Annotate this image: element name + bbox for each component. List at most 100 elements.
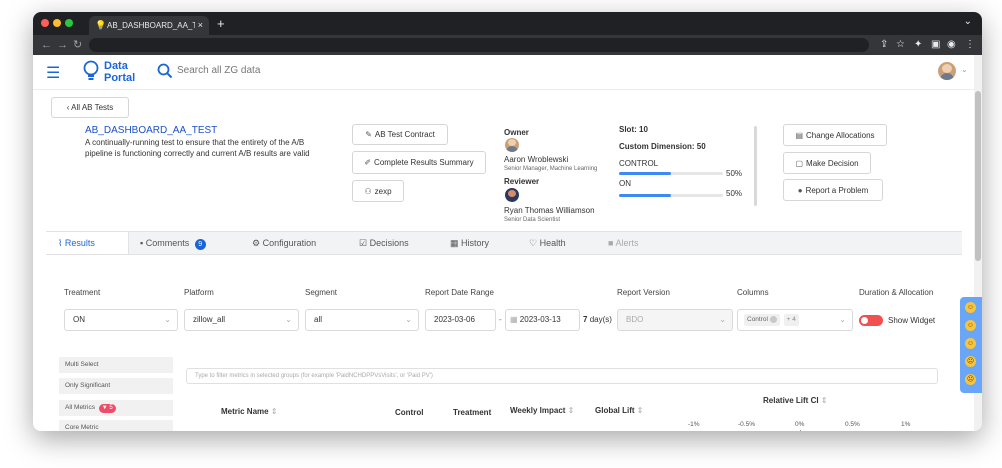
complete-results-summary-label: Complete Results Summary [374,158,474,167]
on-allocation-pct: 50% [726,189,743,198]
share-icon[interactable]: ⇪ [880,38,888,52]
all-metrics-badge-count: 5 [109,405,113,411]
app-logo[interactable]: Data Portal [104,60,135,84]
report-version-select[interactable]: BDO ⌄ [617,309,733,331]
puzzle-icon[interactable]: ✦ [914,38,922,52]
reviewer-name[interactable]: Ryan Thomas Williamson [504,206,595,215]
owner-name[interactable]: Aaron Wroblewski [504,155,568,164]
treatment-select[interactable]: ON ⌄ [64,309,178,331]
reload-icon[interactable]: ↻ [73,38,82,52]
happy-face-icon[interactable]: ☺ [965,320,976,331]
forward-arrow-icon[interactable]: → [57,38,68,52]
close-window-dot[interactable] [41,19,49,27]
test-name: AB_DASHBOARD_AA_TEST [85,125,218,136]
edit-doc-icon: ✎ [365,130,372,139]
columns-select[interactable]: Control + 4 ⌄ [737,309,853,331]
feedback-widget[interactable]: ☺ ☺ ☺ ☹ ☹ [960,297,982,393]
report-problem-label: Report a Problem [805,185,869,195]
tab-configuration[interactable]: ⚙ Configuration [252,232,316,254]
custom-dimension-label: Custom Dimension: 50 [619,142,706,151]
start-date-input[interactable]: 2023-03-06 [425,309,496,331]
user-menu-chevron-icon[interactable]: ⌄ [961,65,968,74]
make-decision-button[interactable]: ▢ Make Decision [783,152,871,174]
results-tab-bar: ⌇ Results ▪ Comments 9 ⚙ Configuration ☑… [46,231,962,255]
url-input[interactable] [89,38,869,52]
segment-select[interactable]: all ⌄ [305,309,419,331]
page-scrollbar-thumb[interactable] [975,91,981,261]
document-icon: ▢ [795,158,804,168]
star-icon[interactable]: ☆ [896,38,905,52]
report-problem-button[interactable]: ● Report a Problem [783,179,883,201]
owner-avatar [505,138,519,152]
on-allocation-fill [619,194,671,197]
user-avatar[interactable] [938,62,956,80]
platform-select[interactable]: zillow_all ⌄ [184,309,299,331]
zoom-window-dot[interactable] [65,19,73,27]
tab-close-icon[interactable]: × [198,16,203,35]
owner-label: Owner [504,128,529,137]
columns-control-label: Control [747,316,768,323]
sad-face-icon[interactable]: ☹ [965,356,976,367]
neutral-face-icon[interactable]: ☺ [965,338,976,349]
show-widget-toggle[interactable] [859,315,883,326]
tab-decisions[interactable]: ☑ Decisions [359,232,409,254]
weekly-impact-header[interactable]: Weekly Impact ⇕ [510,406,574,415]
hamburger-menu-icon[interactable]: ☰ [46,63,60,83]
sidebar-toggle-icon[interactable]: ▣ [931,38,940,52]
multi-select-toggle[interactable]: Multi Select [59,357,173,373]
metric-filter-input[interactable]: Type to filter metrics in selected group… [186,368,938,384]
columns-label: Columns [737,288,769,297]
allocation-scrollbar[interactable] [754,126,757,206]
very-sad-face-icon[interactable]: ☹ [965,374,976,385]
back-arrow-icon[interactable]: ← [41,38,52,52]
tab-health[interactable]: ♡ Health [529,232,566,254]
chevron-down-icon: ⌄ [719,315,726,324]
toggle-knob [861,317,868,324]
only-significant-toggle[interactable]: Only Significant [59,378,173,394]
start-date-value: 2023-03-06 [434,315,475,324]
comment-icon: ▪ [140,238,144,248]
segment-label: Segment [305,288,338,297]
relative-lift-ci-header-label: Relative Lift CI [763,396,819,405]
chevron-down-icon: ⌄ [405,315,412,324]
all-ab-tests-button[interactable]: ‹ All AB Tests [51,97,129,118]
chevron-down-icon[interactable]: ⌄ [964,16,972,27]
chip-remove-icon[interactable] [769,315,777,323]
ab-test-contract-button[interactable]: ✎ AB Test Contract [352,124,448,145]
profile-icon[interactable]: ◉ [947,38,956,52]
tab-configuration-label: Configuration [262,238,317,248]
complete-results-summary-button[interactable]: ✐ Complete Results Summary [352,151,486,174]
gear-icon: ⚙ [252,238,261,248]
global-search-input[interactable]: Search all ZG data [177,65,260,76]
ci-axis-tick: 1% [901,421,911,428]
tab-history[interactable]: ▦ History [450,232,489,254]
reviewer-title: Senior Data Scientist [504,217,561,223]
kebab-menu-icon[interactable]: ⋮ [965,38,975,52]
on-group-name: ON [619,179,631,188]
logo-line-1: Data [104,60,128,72]
core-metric-group[interactable]: Core Metric [59,420,173,431]
change-allocations-button[interactable]: ▤ Change Allocations [783,124,887,146]
zexp-label: zexp [374,186,392,196]
all-metrics-group[interactable]: All Metrics ▼ 5 [59,400,173,416]
end-date-value: 2023-03-13 [519,315,561,324]
metric-name-header[interactable]: Metric Name ⇕ [221,407,278,416]
relative-lift-ci-header[interactable]: Relative Lift CI ⇕ [763,396,828,405]
search-icon[interactable] [157,63,173,79]
global-lift-header[interactable]: Global Lift ⇕ [595,406,644,415]
tab-results[interactable]: ⌇ Results [46,232,129,254]
show-widget-label: Show Widget [888,316,936,325]
minimize-window-dot[interactable] [53,19,61,27]
browser-tab[interactable]: 💡 AB_DASHBOARD_AA_TEST - × [89,16,209,35]
chevron-down-icon: ⌄ [164,315,171,324]
zexp-button[interactable]: ⚇ zexp [352,180,404,202]
sort-icon: ⇕ [636,406,644,415]
new-tab-button[interactable]: + [217,16,225,32]
end-date-input[interactable]: ▦ 2023-03-13 [505,309,580,331]
tab-comments[interactable]: ▪ Comments 9 [140,232,206,254]
tab-alerts[interactable]: ■ Alerts [608,232,638,254]
ab-test-contract-label: AB Test Contract [374,130,435,139]
very-happy-face-icon[interactable]: ☺ [965,302,976,313]
make-decision-label: Make Decision [806,158,859,168]
chevron-down-icon: ⌄ [285,315,292,324]
